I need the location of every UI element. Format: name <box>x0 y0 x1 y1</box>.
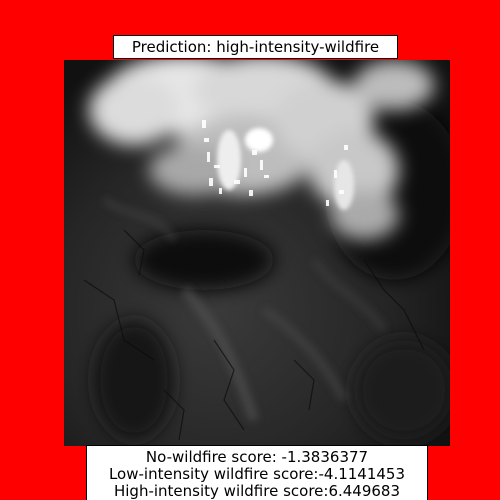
scores-panel: No-wildfire score: -1.3836377 Low-intens… <box>86 445 428 500</box>
high-intensity-score: High-intensity wildfire score:6.449683 <box>113 482 401 500</box>
no-wildfire-score: No-wildfire score: -1.3836377 <box>145 448 369 466</box>
prediction-title: Prediction: high-intensity-wildfire <box>113 35 398 59</box>
low-intensity-score: Low-intensity wildfire score:-4.1141453 <box>108 465 406 483</box>
satellite-image <box>64 60 450 446</box>
